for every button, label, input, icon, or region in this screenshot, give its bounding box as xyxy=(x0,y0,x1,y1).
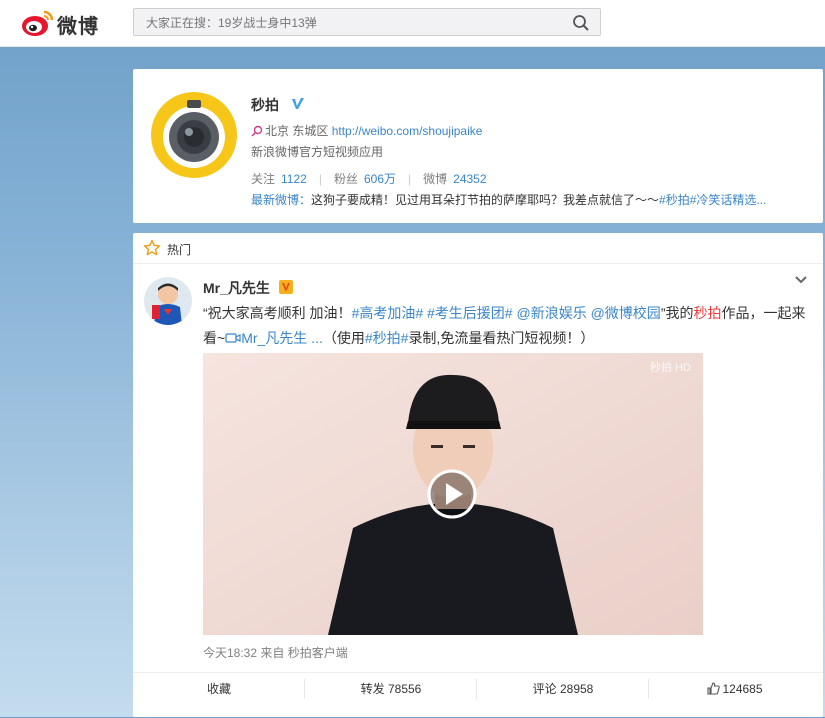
post-text-part: ”我的 xyxy=(660,305,694,321)
post-text-part: （使用 xyxy=(322,330,365,346)
forward-label: 转发 78556 xyxy=(360,682,422,696)
profile-description: 新浪微博官方短视频应用 xyxy=(251,145,384,159)
video-player[interactable]: 秒拍 HD xyxy=(203,353,703,635)
video-link[interactable]: Mr_凡先生 ... xyxy=(241,330,323,346)
stat-followers-value: 606万 xyxy=(363,172,396,186)
stat-divider: | xyxy=(318,172,322,186)
search-input[interactable] xyxy=(144,15,568,31)
latest-post-text: 这狗子要成精！见过用耳朵打节拍的萨摩耶吗？我差点就信了～～ xyxy=(311,193,660,207)
comment-label: 评论 28958 xyxy=(532,682,594,696)
post-actions-bar: 收藏 转发 78556 评论 28958 124685 xyxy=(133,672,823,718)
forward-button[interactable]: 转发 78556 xyxy=(305,673,477,718)
feed-header: 热门 xyxy=(133,233,823,264)
profile-location: 北京 东城区 xyxy=(265,124,329,138)
like-count: 124685 xyxy=(722,682,763,696)
post-author-avatar[interactable] xyxy=(144,277,192,325)
top-bar: 微博 xyxy=(0,0,825,47)
post-author-name[interactable]: Mr_凡先生 xyxy=(203,278,270,298)
chevron-down-icon[interactable] xyxy=(794,273,808,287)
star-icon xyxy=(143,239,161,256)
post-text-part: 录制,免流量看热门短视频！） xyxy=(408,330,595,346)
feed-section-title: 热门 xyxy=(167,243,192,257)
latest-post-tags[interactable]: #秒拍#冷笑话精选... xyxy=(659,193,766,207)
miaopai-tag-link[interactable]: #秒拍# xyxy=(365,330,409,346)
stat-followers[interactable]: 粉丝 606万 xyxy=(334,172,396,186)
latest-post-label: 最新微博： xyxy=(251,193,312,207)
search-box[interactable] xyxy=(133,8,601,36)
profile-url-link[interactable]: http://weibo.com/shoujipaike xyxy=(332,124,483,138)
stat-following[interactable]: 关注 1122 xyxy=(251,172,307,186)
stat-followers-label: 粉丝 xyxy=(333,172,358,186)
profile-card: 秒拍 北京 东城区 http://weibo.com/shoujipaike 新… xyxy=(133,69,823,223)
thumbs-up-icon xyxy=(707,682,721,695)
like-button[interactable]: 124685 xyxy=(649,673,821,718)
vip-badge-icon xyxy=(279,280,293,294)
collect-label: 收藏 xyxy=(206,682,231,696)
stat-following-value: 1122 xyxy=(281,172,307,186)
search-icon[interactable] xyxy=(572,14,590,32)
profile-avatar[interactable] xyxy=(151,92,237,178)
logo-text: 微博 xyxy=(57,16,99,38)
collect-button[interactable]: 收藏 xyxy=(133,673,305,718)
profile-name[interactable]: 秒拍 xyxy=(251,95,279,115)
feed-card: 热门 Mr_凡先生 “祝大家高考顺利 加油！#高考加油# #考生后援团# @新浪… xyxy=(133,233,823,717)
play-icon[interactable] xyxy=(427,469,477,519)
video-watermark: 秒拍 HD xyxy=(650,362,691,374)
stat-posts-value: 24352 xyxy=(453,172,487,186)
stat-divider: | xyxy=(408,172,412,186)
stat-following-label: 关注 xyxy=(251,172,276,186)
profile-stats: 关注 1122 | 粉丝 606万 | 微博 24352 xyxy=(251,170,487,187)
miaopai-link[interactable]: 秒拍 xyxy=(693,305,721,321)
latest-post-row[interactable]: 最新微博：这狗子要成精！见过用耳朵打节拍的萨摩耶吗？我差点就信了～～#秒拍#冷笑… xyxy=(251,191,811,208)
profile-location-row: 北京 东城区 http://weibo.com/shoujipaike xyxy=(251,122,482,139)
stat-posts[interactable]: 微博 24352 xyxy=(423,172,486,186)
video-camera-icon xyxy=(225,333,241,343)
location-pin-icon xyxy=(251,125,263,137)
verified-v-icon xyxy=(292,98,304,109)
post-text-part: “祝大家高考顺利 加油！ xyxy=(203,305,352,321)
weibo-eye-icon xyxy=(22,10,54,36)
weibo-logo[interactable]: 微博 xyxy=(20,8,110,38)
stat-posts-label: 微博 xyxy=(423,172,448,186)
post-tags-link[interactable]: #高考加油# #考生后援团# @新浪娱乐 @微博校园 xyxy=(352,305,661,321)
comment-button[interactable]: 评论 28958 xyxy=(477,673,649,718)
post-meta: 今天18:32 来自 秒拍客户端 xyxy=(203,646,348,660)
post-text: “祝大家高考顺利 加油！#高考加油# #考生后援团# @新浪娱乐 @微博校园”我… xyxy=(203,301,813,351)
